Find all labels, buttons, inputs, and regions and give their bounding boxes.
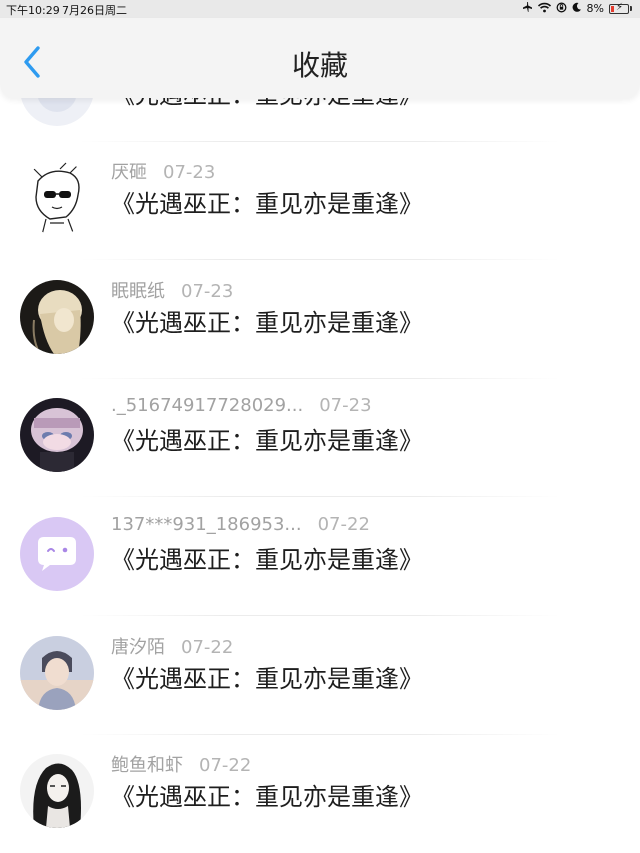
item-meta: 眠眠纸 07-23 [111, 277, 233, 303]
item-meta: ._51674917728029... 07-23 [111, 395, 372, 416]
post-date: 07-23 [319, 395, 372, 416]
blonde-figure-avatar [20, 280, 94, 354]
author-name[interactable]: 137***931_186953... [111, 514, 302, 535]
item-content: 《光遇巫正：重见亦是重逢》 [111, 783, 423, 811]
dark-hair-girl-avatar [20, 754, 94, 828]
list-item[interactable]: ._51674917728029... 07-23 《光遇巫正：重见亦是重逢》 [0, 379, 640, 497]
list-item[interactable]: 厌砸 07-23 《光遇巫正：重见亦是重逢》 [0, 142, 640, 260]
sketch-girl-avatar [20, 161, 94, 235]
item-content: 《光遇巫正：重见亦是重逢》 [111, 309, 423, 337]
nav-bar: 收藏 [0, 18, 640, 98]
favorites-list: 《光遇巫正：重见亦是重逢》 厌砸 07-23 《光遇巫正：重见亦是重逢》 [0, 58, 640, 853]
status-time: 下午10:29 [6, 4, 60, 17]
post-date: 07-22 [181, 637, 234, 658]
post-date: 07-22 [317, 514, 370, 535]
battery-charging-icon: ⚡ [609, 2, 629, 14]
item-content: 《光遇巫正：重见亦是重逢》 [111, 427, 423, 455]
divider [80, 615, 560, 616]
item-content: 《光遇巫正：重见亦是重逢》 [111, 190, 423, 218]
author-name[interactable]: 唐汐陌 [111, 637, 165, 658]
divider [80, 259, 560, 260]
anime-girl-avatar [20, 398, 94, 472]
item-meta: 鲍鱼和虾 07-22 [111, 751, 251, 777]
airplane-icon [521, 1, 533, 16]
item-meta: 唐汐陌 07-22 [111, 633, 233, 659]
status-bar: 下午10:29 7月26日周二 8% ⚡ [0, 0, 640, 18]
item-meta: 厌砸 07-23 [111, 158, 215, 184]
status-icons: 8% ⚡ [521, 1, 632, 16]
painted-boy-avatar [20, 636, 94, 710]
post-date: 07-23 [181, 281, 234, 302]
moon-icon [572, 2, 582, 15]
author-name[interactable]: ._51674917728029... [111, 395, 303, 416]
list-item[interactable]: 鲍鱼和虾 07-22 《光遇巫正：重见亦是重逢》 [0, 735, 640, 853]
item-content: 《光遇巫正：重见亦是重逢》 [111, 665, 423, 693]
item-content: 《光遇巫正：重见亦是重逢》 [111, 546, 423, 574]
default-chat-avatar [20, 517, 94, 591]
author-name[interactable]: 厌砸 [111, 162, 147, 183]
divider [80, 496, 560, 497]
page-title: 收藏 [291, 49, 348, 82]
wifi-icon [537, 2, 551, 16]
battery-percent: 8% [586, 2, 604, 15]
status-date: 7月26日周二 [62, 4, 127, 17]
author-name[interactable]: 鲍鱼和虾 [111, 755, 183, 776]
item-meta: 137***931_186953... 07-22 [111, 514, 370, 535]
list-item[interactable]: 唐汐陌 07-22 《光遇巫正：重见亦是重逢》 [0, 617, 640, 735]
lock-rotation-icon [556, 2, 567, 16]
author-name[interactable]: 眠眠纸 [111, 281, 165, 302]
post-date: 07-23 [163, 162, 216, 183]
list-item[interactable]: 137***931_186953... 07-22 《光遇巫正：重见亦是重逢》 [0, 498, 640, 616]
post-date: 07-22 [199, 755, 252, 776]
list-item[interactable]: 眠眠纸 07-23 《光遇巫正：重见亦是重逢》 [0, 261, 640, 379]
